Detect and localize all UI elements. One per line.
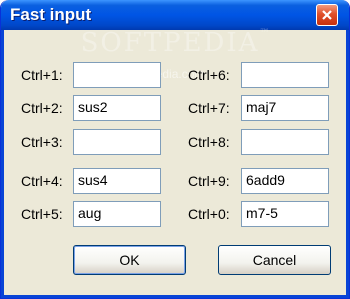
window-frame-left [1,30,4,298]
ctrl7-field[interactable]: maj7 [241,95,329,121]
ctrl0-field[interactable]: m7-5 [241,201,329,227]
ctrl3-field[interactable] [73,129,161,155]
ctrl1-label: Ctrl+1: [21,67,63,83]
watermark: SOFTPEDIA™ [1,28,349,58]
ctrl3-label: Ctrl+3: [21,134,63,150]
ctrl1-field[interactable] [73,62,161,88]
ctrl8-field[interactable] [241,129,329,155]
ctrl2-field[interactable]: sus2 [73,95,161,121]
fast-input-dialog: Fast input SOFTPEDIA™ www.softpedia.com … [0,0,350,299]
ctrl4-label: Ctrl+4: [21,173,63,189]
ctrl4-field[interactable]: sus4 [73,168,161,194]
ctrl9-label: Ctrl+9: [188,173,230,189]
window-frame-bottom [1,295,349,298]
ctrl5-field[interactable]: aug [73,201,161,227]
cancel-button[interactable]: Cancel [218,245,331,275]
close-button[interactable] [316,4,338,26]
ctrl9-field[interactable]: 6add9 [241,168,329,194]
ctrl0-label: Ctrl+0: [188,206,230,222]
ctrl7-label: Ctrl+7: [188,100,230,116]
ctrl5-label: Ctrl+5: [21,206,63,222]
watermark-text: SOFTPEDIA [80,28,260,58]
window-frame-right [346,30,349,298]
ctrl6-label: Ctrl+6: [188,67,230,83]
ctrl6-field[interactable] [241,62,329,88]
title-bar[interactable]: Fast input [1,0,349,30]
ok-button[interactable]: OK [73,245,186,275]
window-title: Fast input [10,5,92,24]
ctrl8-label: Ctrl+8: [188,134,230,150]
close-icon [322,10,332,20]
ctrl2-label: Ctrl+2: [21,100,63,116]
